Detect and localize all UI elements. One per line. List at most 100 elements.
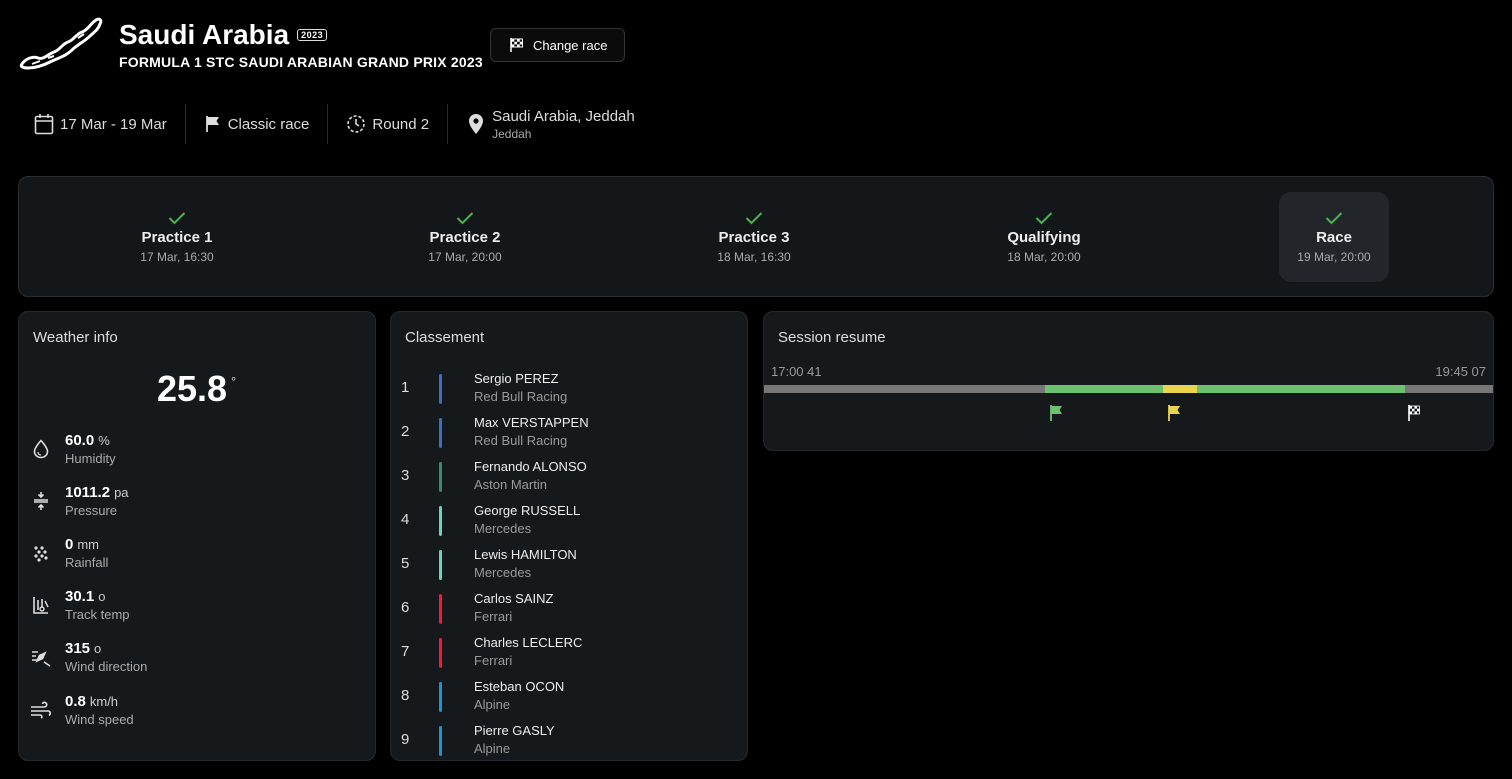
driver-team: Ferrari [474, 653, 513, 668]
metric-pressure: 1011.2 pa Pressure [29, 484, 129, 518]
session-end-time: 19:45 07 [1435, 364, 1486, 379]
metric-unit: % [98, 433, 110, 448]
chequered-flag-icon [1406, 404, 1422, 427]
race-round-text: Round 2 [372, 115, 430, 133]
standings-title: Classement [405, 329, 485, 346]
pressure-icon [34, 492, 48, 510]
session-name: Practice 3 [718, 228, 790, 246]
track-temp-icon [33, 597, 49, 614]
session-resume-panel: Session resume 17:00 41 19:45 07 [763, 311, 1494, 451]
check-icon [1325, 211, 1343, 224]
team-color-bar [439, 418, 442, 448]
metric-unit: km/h [89, 694, 119, 709]
race-header: Saudi Arabia 2023 FORMULA 1 STC SAUDI AR… [18, 14, 483, 74]
metric-humidity: 60.0% Humidity [29, 432, 116, 466]
driver-name: Max VERSTAPPEN [474, 415, 589, 430]
city-text: Jeddah [492, 126, 532, 141]
driver-row[interactable]: 9 Pierre GASLY Alpine [401, 721, 731, 761]
check-icon [745, 211, 763, 224]
driver-team: Aston Martin [474, 477, 547, 492]
team-color-bar [439, 550, 442, 580]
session-practice-2[interactable]: Practice 2 17 Mar, 20:00 [410, 192, 520, 282]
metric-value: 60.0 [65, 432, 95, 449]
session-practice-1[interactable]: Practice 1 17 Mar, 16:30 [122, 192, 232, 282]
driver-row[interactable]: 4 George RUSSELL Mercedes [401, 501, 731, 541]
driver-position: 7 [401, 643, 410, 660]
session-date: 18 Mar, 16:30 [717, 249, 791, 264]
race-dates-text: 17 Mar - 19 Mar [60, 115, 167, 133]
driver-row[interactable]: 7 Charles LECLERC Ferrari [401, 633, 731, 673]
metric-label: Wind direction [65, 659, 148, 674]
metric-label: Track temp [65, 607, 130, 622]
race-info-bar: 17 Mar - 19 Mar Classic race Round 2 Sau… [34, 104, 635, 144]
session-date: 17 Mar, 16:30 [140, 249, 214, 264]
round-clock-icon [347, 115, 366, 133]
driver-name: George RUSSELL [474, 503, 581, 518]
race-full-name: FORMULA 1 STC SAUDI ARABIAN GRAND PRIX 2… [119, 54, 483, 70]
driver-position: 1 [401, 379, 410, 396]
driver-row[interactable]: 1 Sergio PEREZ Red Bull Racing [401, 369, 731, 409]
timeline-segment-green [1197, 385, 1405, 393]
driver-position: 8 [401, 687, 410, 704]
driver-position: 5 [401, 555, 410, 572]
check-icon [456, 211, 474, 224]
change-race-label: Change race [533, 37, 608, 53]
year-badge: 2023 [297, 29, 328, 41]
droplet-icon [33, 439, 49, 459]
metric-value: 0 [65, 536, 74, 553]
driver-row[interactable]: 6 Carlos SAINZ Ferrari [401, 589, 731, 629]
session-race[interactable]: Race 19 Mar, 20:00 [1279, 192, 1389, 282]
metric-label: Rainfall [65, 555, 109, 570]
change-race-button[interactable]: Change race [490, 28, 625, 62]
metric-value: 1011.2 [65, 484, 111, 501]
driver-position: 9 [401, 731, 410, 748]
driver-team: Alpine [474, 741, 511, 756]
driver-position: 6 [401, 599, 410, 616]
driver-position: 3 [401, 467, 410, 484]
driver-team: Red Bull Racing [474, 389, 568, 404]
flag-icon [205, 116, 219, 132]
session-qualifying[interactable]: Qualifying 18 Mar, 20:00 [989, 192, 1099, 282]
team-color-bar [439, 594, 442, 624]
metric-value: 0.8 [65, 693, 86, 710]
driver-team: Ferrari [474, 609, 513, 624]
race-dates: 17 Mar - 19 Mar [34, 104, 167, 144]
driver-row[interactable]: 5 Lewis HAMILTON Mercedes [401, 545, 731, 585]
driver-row[interactable]: 3 Fernando ALONSO Aston Martin [401, 457, 731, 497]
metric-label: Humidity [65, 451, 116, 466]
wind-icon [31, 701, 52, 719]
divider [447, 104, 449, 144]
session-date: 19 Mar, 20:00 [1297, 249, 1371, 264]
race-type-text: Classic race [227, 115, 310, 133]
divider [184, 104, 186, 144]
yellow-flag-icon [1166, 404, 1182, 427]
session-date: 18 Mar, 20:00 [1007, 249, 1081, 264]
session-resume-title: Session resume [778, 329, 886, 346]
session-timeline [764, 385, 1493, 393]
session-practice-3[interactable]: Practice 3 18 Mar, 16:30 [699, 192, 809, 282]
page-title: Saudi Arabia [119, 19, 290, 50]
circuit-logo [19, 17, 103, 70]
metric-track-temp: 30.1 o Track temp [29, 588, 130, 622]
driver-position: 4 [401, 511, 410, 528]
timeline-segment-green [1044, 385, 1163, 393]
team-color-bar [439, 506, 442, 536]
calendar-icon [34, 114, 54, 135]
session-name: Practice 2 [429, 228, 501, 246]
driver-team: Red Bull Racing [474, 433, 568, 448]
metric-unit: pa [114, 485, 129, 500]
timeline-segment-finished [1404, 385, 1493, 393]
driver-team: Alpine [474, 697, 511, 712]
green-flag-icon [1048, 404, 1064, 427]
metric-label: Wind speed [65, 712, 134, 727]
driver-name: Sergio PEREZ [474, 371, 559, 386]
driver-row[interactable]: 2 Max VERSTAPPEN Red Bull Racing [401, 413, 731, 453]
team-color-bar [439, 726, 442, 756]
metric-rainfall: 0 mm Rainfall [29, 536, 108, 570]
driver-row[interactable]: 8 Esteban OCON Alpine [401, 677, 731, 717]
sessions-bar: Practice 1 17 Mar, 16:30 Practice 2 17 M… [18, 176, 1494, 297]
check-icon [168, 211, 186, 224]
location-text: Saudi Arabia, Jeddah [492, 107, 635, 125]
metric-unit: o [98, 589, 106, 604]
driver-team: Mercedes [474, 521, 532, 536]
